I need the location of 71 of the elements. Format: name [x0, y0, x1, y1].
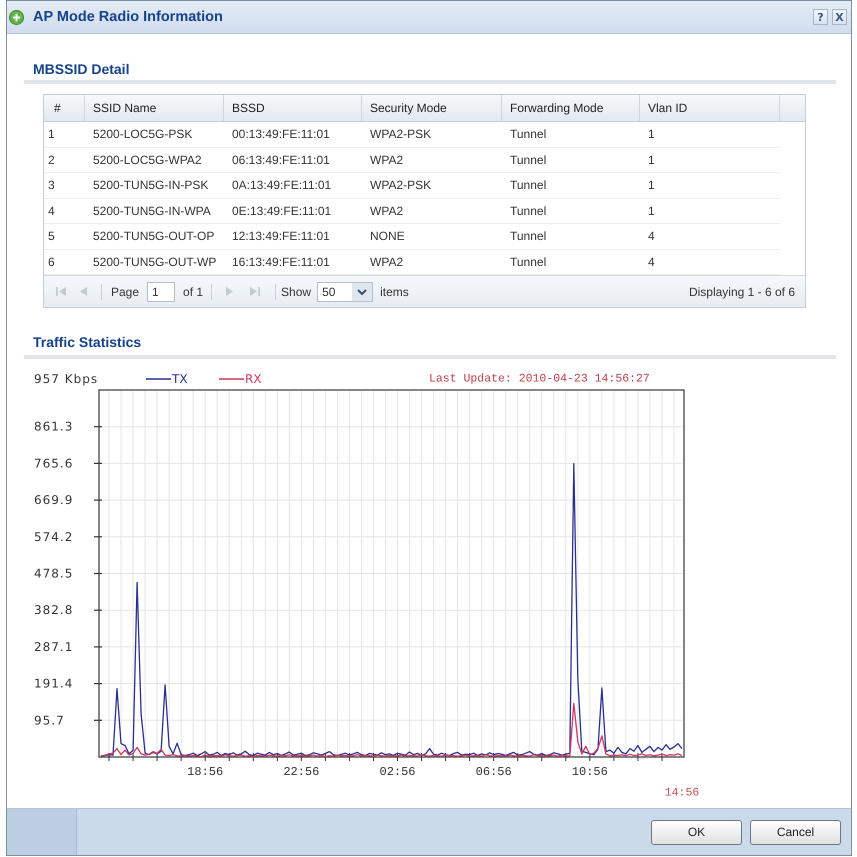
x-tick-label: 18:56: [187, 765, 224, 779]
table-cell: 5200-LOC5G-WPA2: [85, 148, 224, 173]
y-tick-label: 95.7: [34, 713, 65, 728]
table-cell: 00:13:49:FE:11:01: [224, 122, 362, 148]
table-cell: WPA2: [362, 198, 502, 224]
legend-label: RX: [245, 372, 262, 386]
column-header[interactable]: Vlan ID: [640, 95, 780, 121]
dialog-button[interactable]: OK: [651, 820, 742, 844]
title-bar-button[interactable]: ?: [813, 9, 828, 25]
items-label: items: [380, 284, 409, 298]
table-cell: WPA2-PSK: [362, 173, 502, 198]
x-tick-label: 22:56: [283, 765, 320, 779]
show-label: Show: [281, 284, 312, 298]
table-cell: 5200-LOC5G-PSK: [85, 122, 224, 148]
section-heading: MBSSID Detail: [33, 62, 130, 76]
table-cell: 4: [640, 224, 780, 250]
y-tick-label: 765.6: [34, 456, 74, 470]
y-tick-label: 861.3: [34, 420, 74, 434]
title-bar-button[interactable]: X: [832, 9, 847, 25]
y-axis-label: 957 Kbps: [34, 372, 98, 386]
table-cell: WPA2-PSK: [362, 122, 502, 148]
column-header[interactable]: BSSD: [224, 95, 362, 121]
x-tick-label: 10:56: [572, 765, 608, 779]
table-cell: 0E:13:49:FE:11:01: [224, 198, 362, 224]
table-cell: 5200-TUN5G-OUT-OP: [85, 224, 224, 250]
table-cell: NONE: [362, 224, 502, 250]
legend-label: TX: [172, 372, 188, 386]
table-cell: 1: [640, 198, 780, 224]
window-title: AP Mode Radio Information: [33, 9, 223, 25]
plus-circle-icon: [9, 10, 24, 24]
y-tick-label: 287.1: [34, 640, 74, 654]
page-label: Page: [111, 284, 140, 298]
x-tick-label: 02:56: [380, 765, 416, 779]
table-cell: 5: [44, 224, 85, 250]
y-tick-label: 574.2: [34, 530, 74, 544]
y-tick-label: 669.9: [34, 493, 74, 508]
table-cell: Tunnel: [502, 224, 640, 250]
table-cell: 1: [640, 148, 780, 173]
table-cell: 3: [44, 173, 85, 198]
table-cell: 4: [44, 198, 85, 224]
table-cell: WPA2: [362, 148, 502, 173]
table-cell: 06:13:49:FE:11:01: [224, 148, 362, 173]
time-annotation: 14:56: [664, 786, 700, 800]
column-header[interactable]: Forwarding Mode: [502, 95, 640, 121]
table-cell: Tunnel: [502, 122, 640, 148]
column-header[interactable]: SSID Name: [85, 95, 224, 121]
column-header[interactable]: #: [44, 95, 85, 121]
page-size-field[interactable]: 50: [317, 282, 374, 302]
x-tick-label: 06:56: [476, 765, 512, 779]
paging-summary: Displaying 1 - 6 of 6: [688, 284, 795, 298]
table-cell: 5200-TUN5G-IN-WPA: [85, 198, 224, 224]
table-cell: 12:13:49:FE:11:01: [224, 224, 362, 250]
table-cell: 2: [44, 148, 85, 173]
last-update-label: Last Update: 2010-04-23 14:56:27: [429, 372, 650, 386]
y-tick-label: 478.5: [34, 566, 74, 580]
table-cell: 1: [640, 173, 780, 198]
dialog-button[interactable]: Cancel: [750, 820, 841, 844]
table-cell: 5200-TUN5G-IN-PSK: [85, 173, 224, 198]
table-cell: Tunnel: [502, 198, 640, 224]
page-count-label: of 1: [183, 284, 204, 298]
table-cell: 1: [44, 122, 85, 148]
table-cell: Tunnel: [502, 173, 640, 198]
table-cell: 0A:13:49:FE:11:01: [224, 173, 362, 198]
page-input[interactable]: 1: [147, 282, 176, 302]
column-header[interactable]: Security Mode: [362, 95, 502, 121]
table-cell: Tunnel: [502, 148, 640, 173]
section-heading: Traffic Statistics: [33, 335, 142, 349]
table-cell: 1: [640, 122, 780, 148]
y-tick-label: 191.4: [34, 676, 74, 691]
dropdown-icon[interactable]: [352, 282, 372, 300]
y-tick-label: 382.8: [34, 603, 74, 618]
